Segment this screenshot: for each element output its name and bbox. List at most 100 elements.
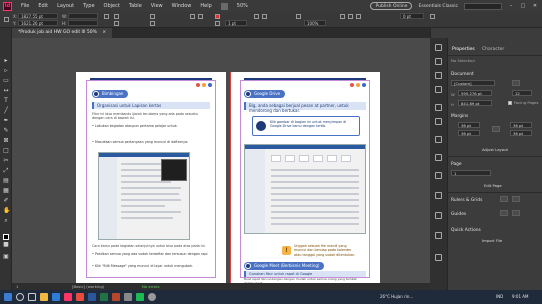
shear-icon[interactable] [150, 21, 155, 26]
fx-effects-icon[interactable] [435, 192, 442, 199]
pasteboard[interactable]: Bimbingan Organisasi untuk Lapisan kerta… [12, 38, 430, 290]
wrap-bounding-icon[interactable] [262, 14, 267, 19]
weather-widget[interactable]: 26°C Hujan rin... [380, 290, 413, 304]
width-field[interactable] [68, 13, 98, 19]
rectangle-frame-tool-icon[interactable]: ⊠ [3, 138, 9, 144]
margin-left-field[interactable]: 36 pt [510, 122, 532, 128]
layers-panel-icon[interactable] [435, 58, 442, 65]
opacity-field[interactable]: 100% [304, 20, 326, 26]
scale-x-icon[interactable] [114, 14, 119, 19]
edit-page-button[interactable]: Edit Page [484, 183, 502, 188]
gap-tool-icon[interactable]: ↔ [3, 88, 9, 94]
powerpoint-icon[interactable] [112, 293, 120, 301]
file-explorer-icon[interactable] [40, 293, 48, 301]
pages-count-field[interactable]: 12 [512, 90, 532, 96]
adjust-layout-button[interactable]: Adjust Layout [482, 147, 508, 152]
guides-toggle-button[interactable] [500, 210, 508, 216]
color-panel-icon[interactable] [435, 136, 442, 143]
stroke-swatch-icon[interactable] [215, 21, 220, 26]
paragraph-panel-icon[interactable] [435, 172, 442, 179]
stroke-panel-icon[interactable] [435, 104, 442, 111]
excel-icon[interactable] [100, 293, 108, 301]
character-panel-icon[interactable] [435, 154, 442, 161]
text-wrap-icon[interactable] [435, 212, 442, 219]
tab-properties[interactable]: Properties [452, 45, 475, 55]
document-tab[interactable]: *Produk job aid HW GO edit III 50% × [12, 28, 113, 38]
y-position-field[interactable]: 1621.26 pt [18, 20, 58, 26]
language-indicator[interactable]: IND [496, 290, 503, 304]
pen-tool-icon[interactable]: ✒ [3, 118, 9, 124]
type-tool-icon[interactable]: T [3, 98, 9, 104]
page-number-select[interactable]: 1 [451, 170, 491, 176]
gradient-tool-icon[interactable]: ▤ [3, 178, 9, 184]
document-preset-select[interactable]: [Custom] [451, 80, 495, 86]
direct-selection-tool-icon[interactable]: ▹ [3, 68, 9, 74]
app-icon-round[interactable] [148, 293, 156, 301]
note-tool-icon[interactable]: ▦ [3, 188, 9, 194]
bridge-icon[interactable] [220, 2, 228, 10]
chrome-icon[interactable] [76, 293, 84, 301]
pages-panel-icon[interactable] [435, 44, 442, 51]
app-icon-green[interactable] [136, 293, 144, 301]
menu-object[interactable]: Object [104, 3, 120, 9]
line-tool-icon[interactable]: ╱ [3, 108, 9, 114]
cc-libraries-icon[interactable] [435, 86, 442, 93]
doc-height-field[interactable]: 841.89 pt [458, 100, 492, 106]
maximize-button[interactable]: □ [520, 3, 526, 9]
apply-color-icon[interactable]: ■ [3, 242, 9, 248]
eyedropper-tool-icon[interactable]: ✐ [3, 198, 9, 204]
fill-swatch-icon[interactable] [215, 14, 220, 19]
constrain-proportions-icon[interactable] [104, 14, 109, 19]
doc-width-field[interactable]: 595.276 pt [458, 90, 492, 96]
rulers-toggle-button[interactable] [500, 196, 508, 202]
reference-point-icon[interactable] [4, 17, 9, 22]
scissors-tool-icon[interactable]: ✂ [3, 158, 9, 164]
menu-view[interactable]: View [151, 3, 163, 9]
rotate-icon[interactable] [150, 14, 155, 19]
align-center-icon[interactable] [348, 14, 353, 19]
import-file-button[interactable]: Import File [482, 238, 502, 243]
menu-edit[interactable]: Edit [38, 3, 48, 9]
smart-guides-button[interactable] [512, 210, 520, 216]
margin-bottom-field[interactable]: 36 pt [458, 130, 480, 136]
preflight-status[interactable]: No errors [142, 283, 160, 290]
flip-vertical-icon[interactable] [198, 14, 203, 19]
menu-file[interactable]: File [21, 3, 29, 9]
right-page[interactable]: Google Drive Big, anda sebagai berjual p… [230, 72, 380, 286]
grid-icon[interactable] [430, 14, 435, 19]
left-page[interactable]: Bimbingan Organisasi untuk Lapisan kerta… [76, 72, 226, 286]
free-transform-tool-icon[interactable]: ⤢ [3, 168, 9, 174]
publish-online-button[interactable]: Publish Online [370, 2, 413, 10]
fill-color-icon[interactable] [3, 234, 9, 240]
align-right-icon[interactable] [356, 14, 361, 19]
grid-toggle-button[interactable] [512, 196, 520, 202]
page-tool-icon[interactable]: ▭ [3, 78, 9, 84]
status-page-number[interactable]: 1 [16, 283, 18, 290]
ref-field[interactable]: 0 pt [400, 13, 424, 19]
zoom-level[interactable]: 50% [237, 3, 248, 9]
margin-top-field[interactable]: 36 pt [458, 122, 480, 128]
minimize-button[interactable]: – [508, 3, 514, 9]
tab-character[interactable]: Character [482, 45, 504, 55]
hand-tool-icon[interactable]: ✋ [3, 208, 10, 214]
zoom-tool-icon[interactable]: ⌕ [3, 218, 9, 224]
margin-right-field[interactable]: 36 pt [510, 130, 532, 136]
task-view-icon[interactable] [28, 293, 36, 301]
word-icon[interactable] [88, 293, 96, 301]
workspace-switcher[interactable]: Essentials Classic [418, 4, 458, 9]
facing-pages-checkbox[interactable] [508, 101, 512, 105]
align-left-icon[interactable] [340, 14, 345, 19]
search-input[interactable] [464, 2, 502, 10]
menu-table[interactable]: Table [129, 3, 142, 9]
rectangle-tool-icon[interactable]: □ [3, 148, 9, 154]
search-icon[interactable] [16, 293, 24, 301]
swatches-panel-icon[interactable] [435, 118, 442, 125]
menu-window[interactable]: Window [172, 3, 192, 9]
menu-type[interactable]: Type [83, 3, 94, 9]
menu-help[interactable]: Help [200, 3, 211, 9]
status-basic[interactable]: [Basic] (working) [72, 283, 104, 290]
link-margins-button[interactable] [492, 126, 500, 132]
clock[interactable]: 9:01 AM [512, 290, 528, 304]
edge-icon[interactable] [52, 293, 60, 301]
doc-setup-button[interactable] [512, 80, 520, 86]
